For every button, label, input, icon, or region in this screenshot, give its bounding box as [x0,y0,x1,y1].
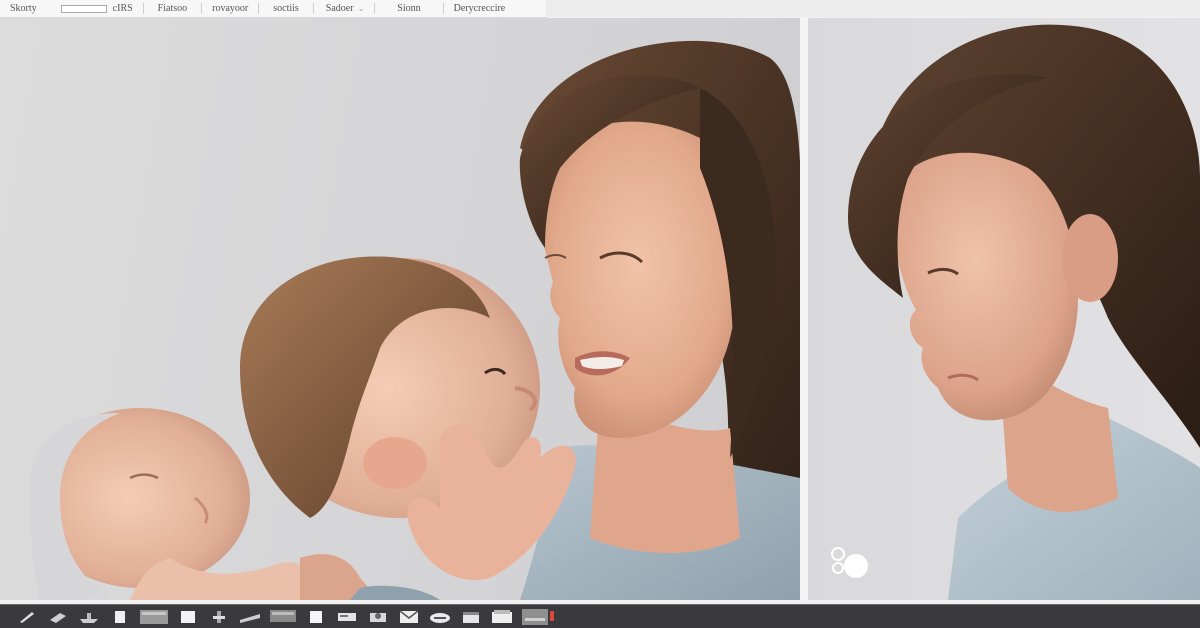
camera-badge-icon [828,540,868,580]
menu-item-cirs[interactable]: cIRS [109,0,143,17]
app-icon[interactable] [367,609,389,625]
menu-item-skorty[interactable]: Skorty [0,0,47,17]
file-icon[interactable] [109,609,131,625]
menu-item-sadoer-label: Sadoer [325,3,354,14]
menu-item-rovayoor[interactable]: rovayoor [202,0,258,17]
menu-item-sionn[interactable]: Sionn [375,0,442,17]
panel-divider[interactable] [800,18,808,600]
menu-search-box[interactable] [60,4,107,13]
page-icon[interactable] [305,609,327,625]
photo-panel-left[interactable] [0,18,800,600]
menu-bar: Skorty cIRS Fiatsoo rovayoor soctiis Sad… [0,0,547,18]
document-icon[interactable] [177,609,199,625]
mail-icon[interactable] [398,609,420,625]
monitor-icon[interactable] [270,609,296,625]
menu-item-fiatsoo[interactable]: Fiatsoo [144,0,201,17]
cloud-icon[interactable] [429,609,451,625]
calendar-icon[interactable] [460,609,482,625]
menu-item-derycreccire[interactable]: Derycreccire [444,0,516,17]
title-strip [546,0,1200,17]
app-icon[interactable] [522,608,556,625]
drive-icon[interactable] [336,609,358,625]
tool-icon[interactable] [208,609,230,625]
menu-item-sadoer[interactable]: Sadoer ⌄ [314,0,374,17]
ruler-icon[interactable] [239,609,261,625]
window-icon[interactable] [140,609,168,625]
woman-profile-photo [848,24,1200,600]
pen-icon[interactable] [16,609,38,625]
photo-panel-right[interactable] [808,18,1200,600]
folder-icon[interactable] [491,609,513,625]
mother-with-baby-photo [30,40,800,600]
chevron-down-icon: ⌄ [357,4,365,13]
menu-item-soctiis[interactable]: soctiis [259,0,313,17]
ship-icon[interactable] [78,609,100,625]
taskbar [0,604,1200,628]
plug-icon[interactable] [47,609,69,625]
